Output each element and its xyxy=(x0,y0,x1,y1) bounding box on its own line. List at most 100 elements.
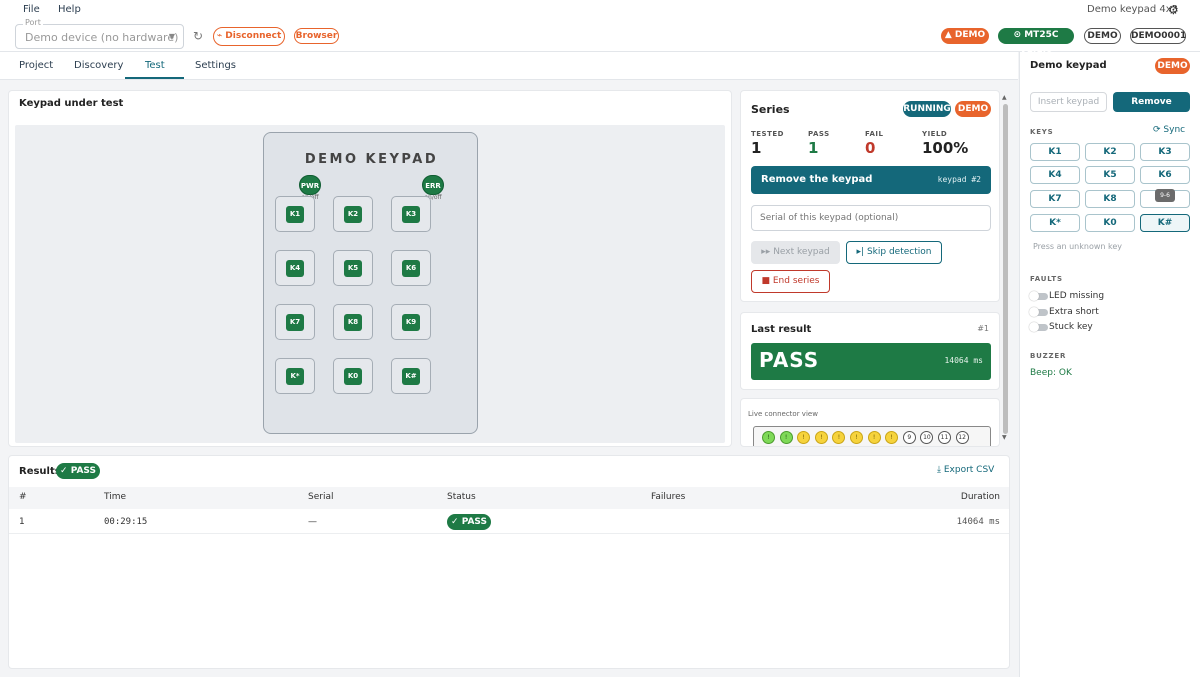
sidebar-key-kstar[interactable]: K* xyxy=(1030,214,1080,232)
sidebar-title: Demo keypad xyxy=(1030,60,1107,71)
tab-test[interactable]: Test xyxy=(145,60,165,71)
sidebar-key-k4[interactable]: K4 xyxy=(1030,166,1080,184)
insert-keypad-button[interactable]: Insert keypad xyxy=(1030,92,1107,112)
keypad-key-k0[interactable]: K0 xyxy=(333,358,373,394)
last-result-status: PASS xyxy=(759,348,820,372)
connector-pin: ! xyxy=(867,431,881,444)
export-csv-button[interactable]: ⤓ Export CSV xyxy=(937,465,994,475)
connector-pin: ! xyxy=(814,431,828,444)
port-label: Port xyxy=(23,18,43,27)
remove-keypad-prompt: Remove the keypad keypad #2 xyxy=(751,166,991,194)
firmware-badge: ⊙ MT25C V1.1.0 xyxy=(998,28,1074,55)
end-series-button[interactable]: ■ End series xyxy=(751,270,830,293)
series-scrollbar[interactable]: ▲ ▼ xyxy=(1002,94,1008,442)
sidebar-key-k7[interactable]: K7 xyxy=(1030,190,1080,208)
keypad-key-k8[interactable]: K8 xyxy=(333,304,373,340)
keypad-key-kstar[interactable]: K* xyxy=(275,358,315,394)
row-status-badge: ✓ PASS xyxy=(447,514,491,530)
col-status: Status xyxy=(447,492,476,502)
results-card: Results ✓ PASS ⤓ Export CSV # Time Seria… xyxy=(8,455,1010,669)
last-result-banner: PASS 14064 ms xyxy=(751,343,991,380)
sidebar-key-k2[interactable]: K2 xyxy=(1085,143,1135,161)
buzzer-status: Beep: OK xyxy=(1030,368,1072,378)
sidebar-key-k0[interactable]: K0 xyxy=(1085,214,1135,232)
skip-icon: ▸| xyxy=(856,247,865,257)
keypad-key-k9[interactable]: K9 xyxy=(391,304,431,340)
results-pass-badge: ✓ PASS xyxy=(56,463,100,479)
disconnect-button[interactable]: ⌁ Disconnect xyxy=(213,27,285,46)
keypad-key-k3[interactable]: K3 xyxy=(391,196,431,232)
extra-short-label: Extra short xyxy=(1049,307,1099,317)
connector-card: Live connector view !!!!!!!! 9 10 11 12 xyxy=(740,398,1000,447)
sidebar-key-k8[interactable]: K8 xyxy=(1085,190,1135,208)
last-result-title: Last result xyxy=(751,324,812,335)
next-keypad-button[interactable]: ▸▸ Next keypad xyxy=(751,241,840,264)
led-pwr: PWR xyxy=(299,175,321,195)
fast-forward-icon: ▸▸ xyxy=(761,247,771,257)
table-row[interactable]: 1 00:29:15 — ✓ PASS 14064 ms xyxy=(9,510,1009,534)
keypad-key-k5[interactable]: K5 xyxy=(333,250,373,286)
skip-detection-button[interactable]: ▸| Skip detection xyxy=(846,241,942,264)
port-select[interactable]: Port Demo device (no hardware) ▼ xyxy=(15,18,184,49)
stuck-key-label: Stuck key xyxy=(1049,322,1093,332)
refresh-icon[interactable]: ↻ xyxy=(193,29,203,43)
tab-settings[interactable]: Settings xyxy=(195,60,236,71)
faults-section-label: FAULTS xyxy=(1030,275,1063,283)
connector-title: Live connector view xyxy=(748,410,818,418)
sidebar-key-k6[interactable]: K6 xyxy=(1140,166,1190,184)
col-time: Time xyxy=(104,492,127,502)
col-serial: Serial xyxy=(308,492,334,502)
menu-help[interactable]: Help xyxy=(58,4,81,15)
scroll-down-icon[interactable]: ▼ xyxy=(1002,434,1007,441)
led-missing-toggle[interactable] xyxy=(1029,291,1048,301)
browser-button[interactable]: Browser xyxy=(294,28,339,44)
last-result-card: Last result #1 PASS 14064 ms xyxy=(740,312,1000,390)
connector-pin: ! xyxy=(779,431,793,444)
settings-gear-icon[interactable]: ⚙ xyxy=(1168,3,1179,17)
sidebar-key-k1[interactable]: K1 xyxy=(1030,143,1080,161)
keypad-key-k2[interactable]: K2 xyxy=(333,196,373,232)
stat-pass-label: PASS xyxy=(808,130,830,138)
keypad-key-k4[interactable]: K4 xyxy=(275,250,315,286)
sidebar-demo-badge: DEMO xyxy=(1155,58,1190,74)
keypad-key-k7[interactable]: K7 xyxy=(275,304,315,340)
tab-discovery[interactable]: Discovery xyxy=(74,60,123,71)
keypad-key-k1[interactable]: K1 xyxy=(275,196,315,232)
sync-icon: ⟳ xyxy=(1153,125,1161,135)
remove-button[interactable]: Remove xyxy=(1113,92,1190,112)
tab-bar: Project Discovery Test Settings xyxy=(0,52,1018,80)
stop-icon: ■ xyxy=(761,276,770,286)
sidebar-key-k3[interactable]: K3 xyxy=(1140,143,1190,161)
sidebar-key-k9[interactable]: 9-6 xyxy=(1140,189,1190,208)
stat-tested-label: TESTED xyxy=(751,130,784,138)
sidebar-key-khash[interactable]: K# xyxy=(1140,214,1190,232)
buzzer-section-label: BUZZER xyxy=(1030,352,1067,360)
connector-pin: ! xyxy=(850,431,863,444)
demo-sidebar: Demo keypad DEMO Insert keypad Remove KE… xyxy=(1019,52,1200,677)
keypad-key-khash[interactable]: K# xyxy=(391,358,431,394)
tab-project[interactable]: Project xyxy=(19,60,53,71)
unknown-key-link[interactable]: Press an unknown key xyxy=(1033,242,1122,251)
sync-button[interactable]: ⟳ Sync xyxy=(1153,125,1185,135)
key-tooltip: 9-6 xyxy=(1155,189,1175,202)
connector-pin: ! xyxy=(885,431,899,444)
stat-pass-value: 1 xyxy=(808,139,819,157)
prompt-text: Remove the keypad xyxy=(761,174,873,185)
extra-short-toggle[interactable] xyxy=(1029,307,1048,317)
row-serial: — xyxy=(308,517,317,527)
check-circle-icon: ⊙ xyxy=(1013,30,1022,40)
last-result-index: #1 xyxy=(977,324,989,333)
led-err: ERR xyxy=(422,175,444,195)
keypad-graphic: DEMO KEYPAD PWR on/off ERR on/off K1 K2 … xyxy=(263,132,478,434)
scrollbar-thumb[interactable] xyxy=(1003,104,1008,434)
sidebar-key-k5[interactable]: K5 xyxy=(1085,166,1135,184)
scroll-up-icon[interactable]: ▲ xyxy=(1002,94,1007,101)
active-tab-indicator xyxy=(125,77,184,79)
toolbar: Port Demo device (no hardware) ▼ ↻ ⌁ Dis… xyxy=(0,18,1200,55)
series-title: Series xyxy=(751,103,790,116)
serial-input[interactable] xyxy=(751,205,991,231)
keypad-key-k6[interactable]: K6 xyxy=(391,250,431,286)
col-duration: Duration xyxy=(960,492,1000,502)
stuck-key-toggle[interactable] xyxy=(1029,322,1048,332)
menu-file[interactable]: File xyxy=(23,4,40,15)
